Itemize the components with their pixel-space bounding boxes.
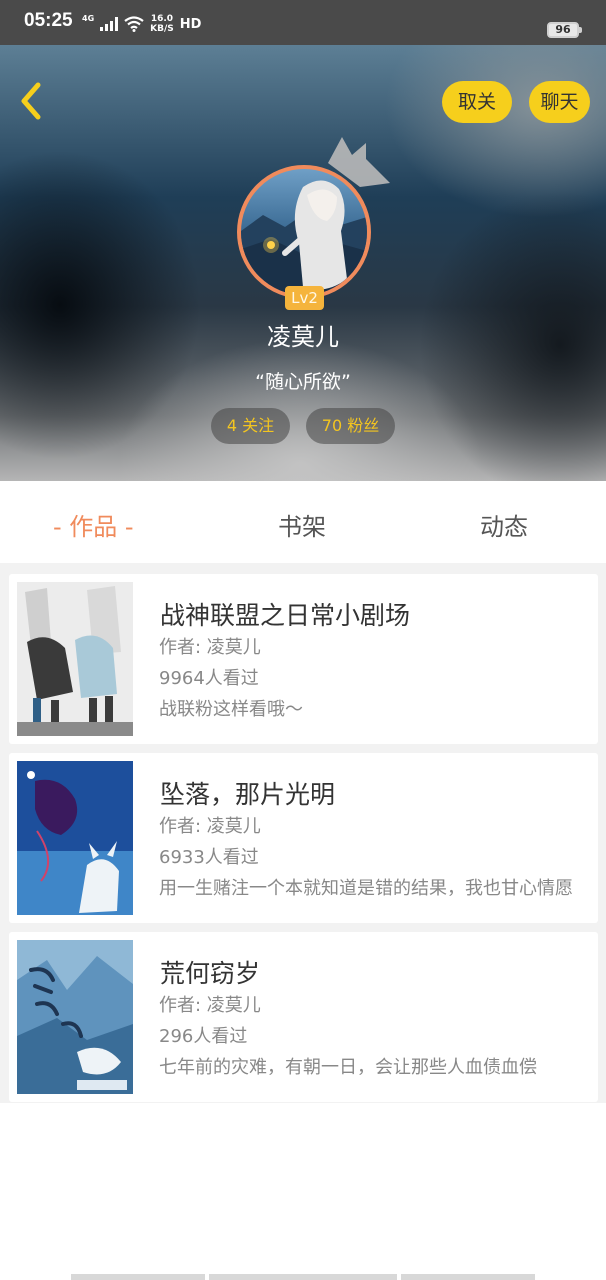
work-views: 6933人看过	[159, 847, 259, 868]
work-title: 坠落，那片光明	[160, 780, 336, 809]
nav-hint-bar	[401, 1274, 535, 1280]
followers-count[interactable]: 70 粉丝	[306, 408, 395, 444]
network-type-label: 4G	[82, 14, 95, 23]
work-description: 七年前的灾难，有朝一日，会让那些人血债血偿	[159, 1057, 537, 1078]
status-time: 05:25	[24, 10, 73, 31]
tab-works[interactable]: - 作品 -	[53, 507, 134, 542]
list-item[interactable]: 荒何窃岁 作者: 凌莫儿 296人看过 七年前的灾难，有朝一日，会让那些人血债血…	[9, 932, 598, 1102]
nav-hint-bar	[209, 1274, 397, 1280]
work-author: 作者: 凌莫儿	[159, 637, 261, 658]
work-author: 作者: 凌莫儿	[159, 816, 261, 837]
chat-button[interactable]: 聊天	[529, 81, 590, 123]
work-author: 作者: 凌莫儿	[159, 995, 261, 1016]
list-item[interactable]: 战神联盟之日常小剧场 作者: 凌莫儿 9964人看过 战联粉这样看哦～	[9, 574, 598, 744]
tab-feed[interactable]: 动态	[480, 507, 528, 542]
work-views: 296人看过	[159, 1026, 248, 1047]
wifi-icon	[124, 16, 144, 32]
avatar-art	[241, 180, 367, 295]
profile-header: 取关 聊天 Lv2 凌莫儿 “随心所欲” 4 关注 70 粉丝	[0, 45, 606, 481]
work-title: 荒何窃岁	[160, 959, 261, 988]
signal-icon	[100, 17, 119, 31]
back-button[interactable]	[14, 79, 50, 123]
status-bar: 05:25 4G 16.0 KB/S HD 96	[0, 0, 606, 45]
avatar[interactable]	[237, 165, 371, 299]
tab-bookshelf[interactable]: 书架	[278, 507, 326, 542]
work-description: 战联粉这样看哦～	[159, 699, 303, 720]
work-description: 用一生赌注一个本就知道是错的结果，我也甘心情愿	[159, 878, 573, 899]
battery-icon: 96	[547, 22, 582, 38]
work-cover-image	[17, 761, 133, 915]
chevron-left-icon	[21, 82, 41, 120]
profile-tabs: - 作品 - 书架 动态	[0, 481, 606, 563]
hd-icon: HD	[179, 16, 202, 32]
work-title: 战神联盟之日常小剧场	[160, 601, 411, 630]
status-icons: 4G 16.0 KB/S HD	[82, 14, 201, 34]
user-motto: “随心所欲”	[255, 371, 351, 393]
work-cover-image	[17, 940, 133, 1094]
username: 凌莫儿	[267, 323, 339, 351]
network-speed: 16.0 KB/S	[150, 14, 174, 34]
level-badge: Lv2	[285, 286, 324, 310]
list-item[interactable]: 坠落，那片光明 作者: 凌莫儿 6933人看过 用一生赌注一个本就知道是错的结果…	[9, 753, 598, 923]
work-views: 9964人看过	[159, 668, 259, 689]
work-cover-image	[17, 582, 133, 736]
following-count[interactable]: 4 关注	[211, 408, 290, 444]
nav-hint-bar	[71, 1274, 205, 1280]
unfollow-button[interactable]: 取关	[442, 81, 512, 123]
